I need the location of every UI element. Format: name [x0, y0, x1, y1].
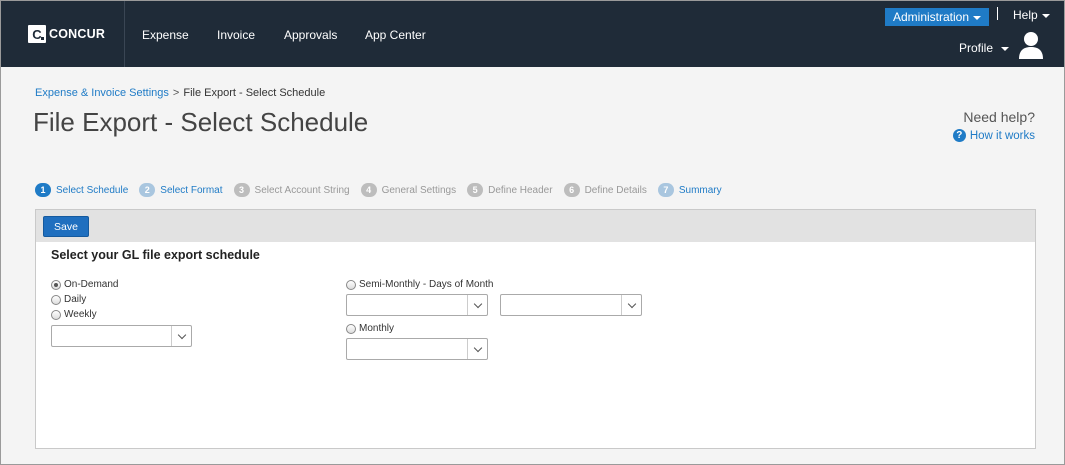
- radio-label: Daily: [64, 294, 87, 305]
- semi-monthly-first-day-select[interactable]: [346, 294, 488, 316]
- concur-logo[interactable]: C CONCUR: [28, 24, 105, 44]
- step-general-settings: 4 General Settings: [360, 183, 457, 197]
- radio-label: Weekly: [64, 309, 97, 320]
- radio-unchecked-icon: [51, 309, 61, 320]
- panel-toolbar: Save: [36, 210, 1035, 242]
- radio-weekly[interactable]: Weekly: [51, 309, 97, 320]
- nav-item-app-center[interactable]: App Center: [365, 28, 426, 42]
- select-arrow: [467, 295, 487, 315]
- select-arrow: [621, 295, 641, 315]
- wizard-steps: 1 Select Schedule 2 Select Format 3 Select …: [35, 183, 733, 197]
- chevron-down-icon: [627, 299, 636, 308]
- step-number: 2: [139, 183, 156, 197]
- step-label: Define Details: [584, 184, 647, 196]
- need-help-text: Need help?: [963, 109, 1035, 125]
- chevron-down-icon: [177, 330, 186, 339]
- schedule-panel: Save Select your GL file export schedule…: [35, 209, 1036, 449]
- step-define-header: 5 Define Header: [467, 183, 553, 197]
- breadcrumb-separator: >: [172, 87, 180, 99]
- caret-down-icon: [973, 15, 982, 20]
- question-circle-icon: ?: [952, 129, 966, 142]
- radio-monthly[interactable]: Monthly: [346, 323, 394, 334]
- profile-label: Profile: [959, 41, 994, 55]
- step-define-details: 6 Define Details: [563, 183, 647, 197]
- weekly-day-select[interactable]: [51, 325, 192, 347]
- radio-daily[interactable]: Daily: [51, 294, 86, 305]
- step-number: 1: [35, 183, 51, 197]
- breadcrumb-current: File Export - Select Schedule: [183, 87, 326, 99]
- logo-text: CONCUR: [49, 27, 106, 41]
- breadcrumb-link-settings[interactable]: Expense & Invoice Settings: [35, 87, 169, 99]
- step-number: 7: [657, 183, 674, 197]
- page-title: File Export - Select Schedule: [33, 107, 369, 137]
- radio-label: Semi-Monthly - Days of Month: [359, 279, 494, 290]
- step-label: Select Account String: [254, 184, 350, 196]
- step-select-format[interactable]: 2 Select Format: [139, 183, 223, 197]
- step-number: 4: [360, 183, 377, 197]
- step-number: 5: [467, 183, 484, 197]
- help-label: Help: [1013, 8, 1038, 22]
- step-number: 6: [563, 183, 580, 197]
- nav-item-approvals[interactable]: Approvals: [284, 28, 337, 42]
- caret-down-icon: [1041, 13, 1050, 18]
- menu-divider: [997, 7, 998, 20]
- save-button[interactable]: Save: [43, 216, 89, 237]
- step-label: General Settings: [381, 184, 457, 196]
- administration-menu-button[interactable]: Administration: [885, 8, 990, 26]
- step-label: Select Format: [160, 184, 223, 196]
- radio-semi-monthly[interactable]: Semi-Monthly - Days of Month: [346, 279, 494, 290]
- radio-unchecked-icon: [346, 279, 356, 290]
- chevron-down-icon: [473, 343, 482, 352]
- chevron-down-icon: [473, 299, 482, 308]
- step-label: Define Header: [488, 184, 553, 196]
- how-it-works-label: How it works: [969, 129, 1035, 142]
- nav-divider: [124, 1, 125, 67]
- nav-item-invoice[interactable]: Invoice: [217, 28, 255, 42]
- how-it-works-link[interactable]: ? How it works: [952, 129, 1035, 142]
- step-label: Summary: [678, 184, 722, 196]
- step-summary[interactable]: 7 Summary: [657, 183, 722, 197]
- monthly-day-select[interactable]: [346, 338, 488, 360]
- radio-unchecked-icon: [346, 323, 356, 334]
- radio-unchecked-icon: [51, 294, 61, 305]
- semi-monthly-second-day-select[interactable]: [500, 294, 642, 316]
- administration-label: Administration: [893, 10, 970, 24]
- step-number: 3: [233, 183, 250, 197]
- top-navigation-bar: C CONCUR Expense Invoice Approvals App C…: [1, 1, 1064, 67]
- radio-label: Monthly: [359, 323, 395, 334]
- step-label: Select Schedule: [56, 184, 129, 196]
- user-avatar-icon[interactable]: [1018, 30, 1044, 60]
- radio-label: On-Demand: [64, 279, 119, 290]
- radio-checked-icon: [51, 279, 61, 290]
- radio-on-demand[interactable]: On-Demand: [51, 279, 118, 290]
- select-arrow: [171, 326, 191, 346]
- help-menu-button[interactable]: Help: [1013, 8, 1050, 22]
- section-title: Select your GL file export schedule: [51, 248, 260, 262]
- nav-item-expense[interactable]: Expense: [142, 28, 189, 42]
- select-arrow: [467, 339, 487, 359]
- profile-menu-button[interactable]: Profile: [959, 41, 1010, 55]
- caret-down-icon: [1001, 46, 1010, 51]
- breadcrumb: Expense & Invoice Settings > File Export -…: [35, 87, 325, 99]
- step-select-schedule[interactable]: 1 Select Schedule: [35, 183, 128, 197]
- step-select-account-string: 3 Select Account String: [233, 183, 350, 197]
- logo-mark: C: [28, 25, 46, 43]
